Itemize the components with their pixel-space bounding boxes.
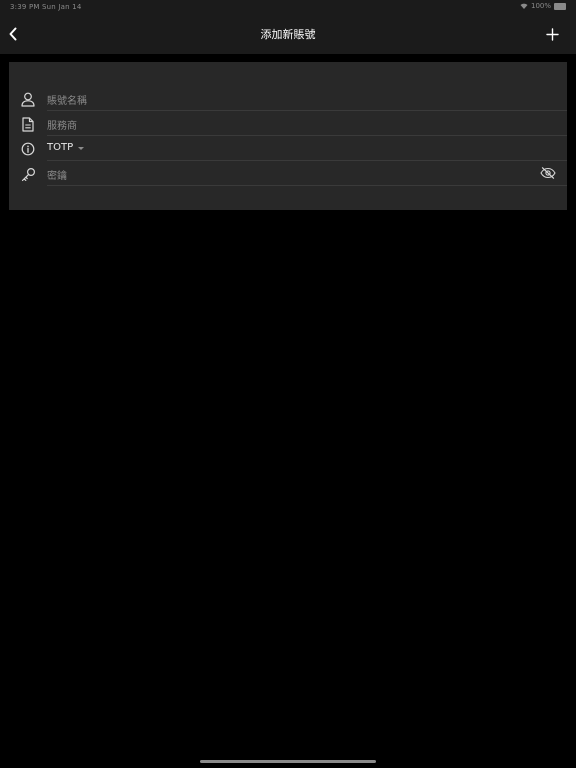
type-row[interactable]: TOTP — [9, 136, 567, 161]
navigation-bar: 添加新賬號 — [0, 14, 576, 54]
battery-percent: 100% — [530, 2, 551, 10]
secret-row[interactable]: 密鑰 — [9, 161, 567, 186]
caret-down-icon — [78, 146, 85, 150]
provider-row[interactable]: 服務商 — [9, 111, 567, 136]
add-account-form: 賬號名稱 服務商 TOTP 密鑰 — [9, 62, 567, 210]
status-right: 100% — [520, 2, 566, 10]
provider-field[interactable]: 服務商 — [47, 117, 77, 132]
status-time-date: 3:39 PM Sun Jan 14 — [10, 3, 82, 11]
info-icon — [20, 141, 36, 157]
account-name-field[interactable]: 賬號名稱 — [47, 92, 87, 107]
secret-field[interactable]: 密鑰 — [47, 167, 67, 182]
toggle-visibility-button[interactable] — [539, 165, 557, 181]
otp-type-dropdown[interactable]: TOTP — [47, 142, 85, 153]
add-button[interactable] — [542, 24, 562, 44]
account-name-row[interactable]: 賬號名稱 — [9, 86, 567, 111]
document-icon — [20, 116, 36, 132]
page-title: 添加新賬號 — [260, 28, 316, 41]
battery-icon — [554, 2, 566, 10]
status-bar: 3:39 PM Sun Jan 14 100% — [0, 0, 576, 14]
wifi-icon — [520, 3, 528, 9]
plus-icon — [545, 27, 559, 41]
person-icon — [20, 91, 36, 107]
eye-slash-icon — [540, 167, 556, 179]
home-indicator[interactable] — [200, 760, 376, 763]
key-icon — [20, 166, 36, 182]
otp-type-value: TOTP — [47, 142, 74, 153]
divider — [47, 185, 567, 186]
